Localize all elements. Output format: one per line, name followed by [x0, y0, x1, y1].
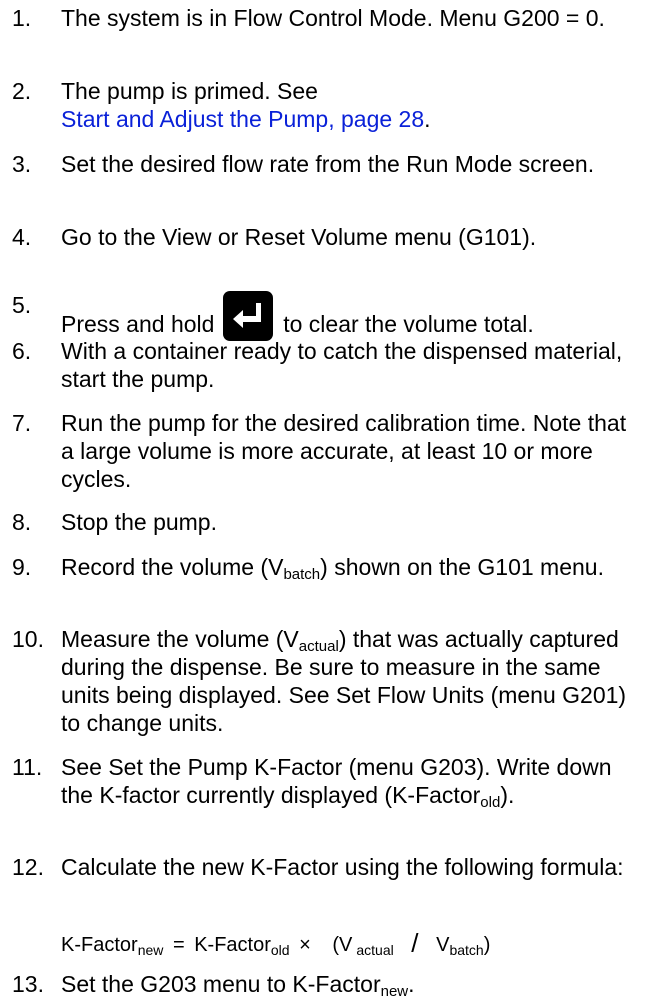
formula-lhs: K-Factor: [61, 934, 138, 956]
step-text-after: ) shown on the G101 menu.: [320, 554, 604, 580]
step-text-after: .: [408, 971, 415, 997]
step-number: 3.: [12, 151, 32, 177]
formula-den: V: [436, 934, 450, 956]
formula-rhs-sub: old: [270, 942, 290, 958]
step-number: 2.: [12, 78, 32, 104]
step-number: 8.: [12, 509, 32, 535]
step-number: 13.: [12, 971, 44, 997]
formula-lhs-sub: new: [137, 942, 164, 958]
step-text: Run the pump for the desired calibration…: [61, 410, 627, 492]
formula-divide: /: [411, 928, 419, 958]
k-factor-formula: K-Factornew = K-Factorold × (V actual / V…: [61, 930, 490, 958]
step-number: 12.: [12, 854, 44, 880]
formula-close: ): [483, 934, 491, 956]
step-text: The system is in Flow Control Mode. Menu…: [61, 5, 605, 31]
subscript-old: old: [480, 794, 501, 811]
step-number: 7.: [12, 410, 32, 436]
step-text: Set the desired flow rate from the Run M…: [61, 151, 595, 177]
step-text-lead: The pump is primed. See: [61, 78, 318, 104]
step-text-after: ).: [500, 782, 515, 808]
formula-open: (V: [332, 934, 353, 956]
formula-num-sub: actual: [356, 942, 394, 958]
step-number: 4.: [12, 224, 32, 250]
step-text: Go to the View or Reset Volume menu (G10…: [61, 224, 537, 250]
formula-times: ×: [299, 934, 311, 956]
step-text: Record the volume (Vbatch) shown on the …: [61, 553, 643, 583]
step-text: Stop the pump.: [61, 509, 217, 535]
step-number: 10.: [12, 626, 44, 652]
step-number: 6.: [12, 338, 32, 364]
enter-key-icon: [222, 291, 273, 341]
step-text: Press and hold to clear the volume total…: [61, 291, 643, 341]
step-text-after: to clear the volume total.: [283, 311, 534, 337]
start-adjust-pump-link[interactable]: Start and Adjust the Pump, page 28: [61, 106, 424, 132]
step-text-before: Measure the volume (V: [61, 626, 299, 652]
step-text: See Set the Pump K-Factor (menu G203). W…: [61, 753, 643, 811]
step-text: Calculate the new K-Factor using the fol…: [61, 854, 624, 880]
subscript-actual: actual: [298, 638, 339, 655]
step-text: With a container ready to catch the disp…: [61, 338, 623, 392]
formula-equals: =: [172, 934, 185, 956]
step-text-before: See Set the Pump K-Factor (menu G203). W…: [61, 754, 612, 808]
step-text: The pump is primed. See Start and Adjust…: [61, 77, 643, 133]
step-text-before: Press and hold: [61, 311, 215, 337]
step-text-before: Record the volume (V: [61, 554, 284, 580]
step-number: 9.: [12, 554, 32, 580]
step-number: 1.: [12, 5, 32, 31]
formula-den-sub: batch: [449, 942, 484, 958]
step-number: 11.: [12, 754, 43, 780]
step-number: 5.: [12, 292, 32, 318]
formula-rhs: K-Factor: [194, 934, 271, 956]
step-text: Measure the volume (Vactual) that was ac…: [61, 625, 643, 737]
step-text: Set the G203 menu to K-Factornew.: [61, 970, 643, 1000]
subscript-new: new: [380, 983, 409, 1000]
step-text-period: .: [424, 106, 431, 132]
step-text-before: Set the G203 menu to K-Factor: [61, 971, 381, 997]
subscript-batch: batch: [283, 566, 321, 583]
